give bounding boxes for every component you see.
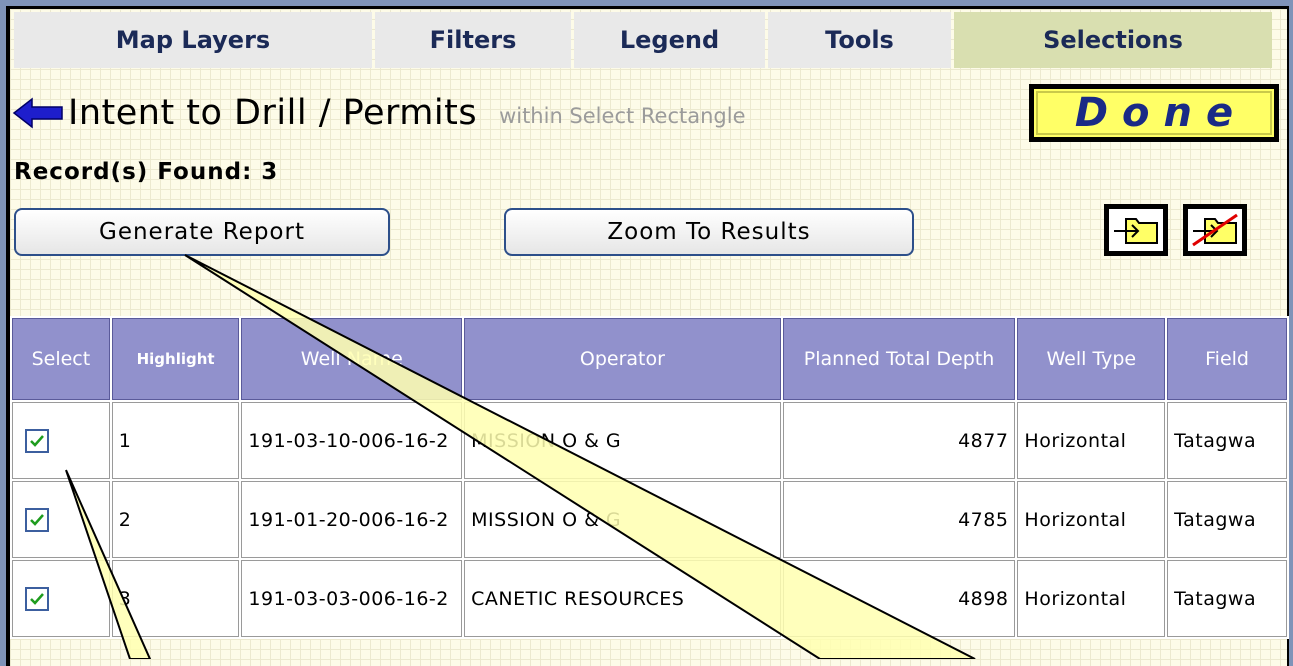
tab-map-layers[interactable]: Map Layers — [14, 12, 372, 68]
well-name-cell: 191-03-03-006-16-2 — [241, 560, 463, 637]
highlight-cell[interactable]: 1 — [111, 402, 240, 479]
depth-cell: 4898 — [782, 560, 1016, 637]
operator-cell: MISSION O & G — [464, 402, 781, 479]
tab-tools[interactable]: Tools — [768, 12, 951, 68]
depth-cell: 4785 — [782, 481, 1016, 558]
select-checkbox[interactable] — [25, 428, 49, 453]
select-cell — [12, 560, 110, 637]
table-header-row: Select Highlight Well Name Operator Plan… — [12, 318, 1287, 400]
field-cell: Tatagwa — [1167, 402, 1287, 479]
col-field[interactable]: Field — [1167, 318, 1287, 400]
tab-bar: Map Layers Filters Legend Tools Selectio… — [14, 12, 1284, 68]
zoom-to-results-button[interactable]: Zoom To Results — [504, 208, 914, 256]
well-type-cell: Horizontal — [1017, 402, 1166, 479]
col-planned-total-depth[interactable]: Planned Total Depth — [782, 318, 1016, 400]
folder-arrow-icon[interactable] — [1104, 204, 1168, 256]
col-highlight[interactable]: Highlight — [111, 318, 240, 400]
well-type-cell: Horizontal — [1017, 481, 1166, 558]
records-found: Record(s) Found: 3 — [14, 159, 279, 185]
checkmark-icon — [30, 513, 44, 526]
checkmark-icon — [30, 592, 44, 605]
col-select[interactable]: Select — [12, 318, 110, 400]
tab-filters[interactable]: Filters — [375, 12, 571, 68]
table-row: 3 191-03-03-006-16-2 CANETIC RESOURCES 4… — [12, 560, 1287, 637]
table-row: 1 191-03-10-006-16-2 MISSION O & G 4877 … — [12, 402, 1287, 479]
folder-cross-icon[interactable] — [1183, 204, 1247, 256]
col-operator[interactable]: Operator — [464, 318, 781, 400]
highlight-cell[interactable]: 3 — [111, 560, 240, 637]
highlight-cell[interactable]: 2 — [111, 481, 240, 558]
operator-cell: CANETIC RESOURCES — [464, 560, 781, 637]
title-row: Intent to Drill / Permits within Select … — [12, 83, 746, 143]
page-subtitle: within Select Rectangle — [499, 104, 746, 128]
checkmark-icon — [30, 434, 44, 447]
field-cell: Tatagwa — [1167, 560, 1287, 637]
done-button[interactable]: Done — [1029, 84, 1279, 142]
tab-selections[interactable]: Selections — [954, 12, 1272, 68]
back-arrow-icon[interactable] — [12, 93, 68, 133]
select-checkbox[interactable] — [25, 507, 49, 532]
field-cell: Tatagwa — [1167, 481, 1287, 558]
select-cell — [12, 402, 110, 479]
table-row: 2 191-01-20-006-16-2 MISSION O & G 4785 … — [12, 481, 1287, 558]
page-title: Intent to Drill / Permits — [68, 93, 478, 133]
select-cell — [12, 481, 110, 558]
operator-cell: MISSION O & G — [464, 481, 781, 558]
tab-legend[interactable]: Legend — [574, 12, 765, 68]
well-type-cell: Horizontal — [1017, 560, 1166, 637]
well-name-cell: 191-03-10-006-16-2 — [241, 402, 463, 479]
results-table: Select Highlight Well Name Operator Plan… — [10, 316, 1289, 639]
col-well-type[interactable]: Well Type — [1017, 318, 1166, 400]
depth-cell: 4877 — [782, 402, 1016, 479]
col-well-name[interactable]: Well Name — [241, 318, 463, 400]
select-checkbox[interactable] — [25, 586, 49, 611]
well-name-cell: 191-01-20-006-16-2 — [241, 481, 463, 558]
generate-report-button[interactable]: Generate Report — [14, 208, 390, 256]
